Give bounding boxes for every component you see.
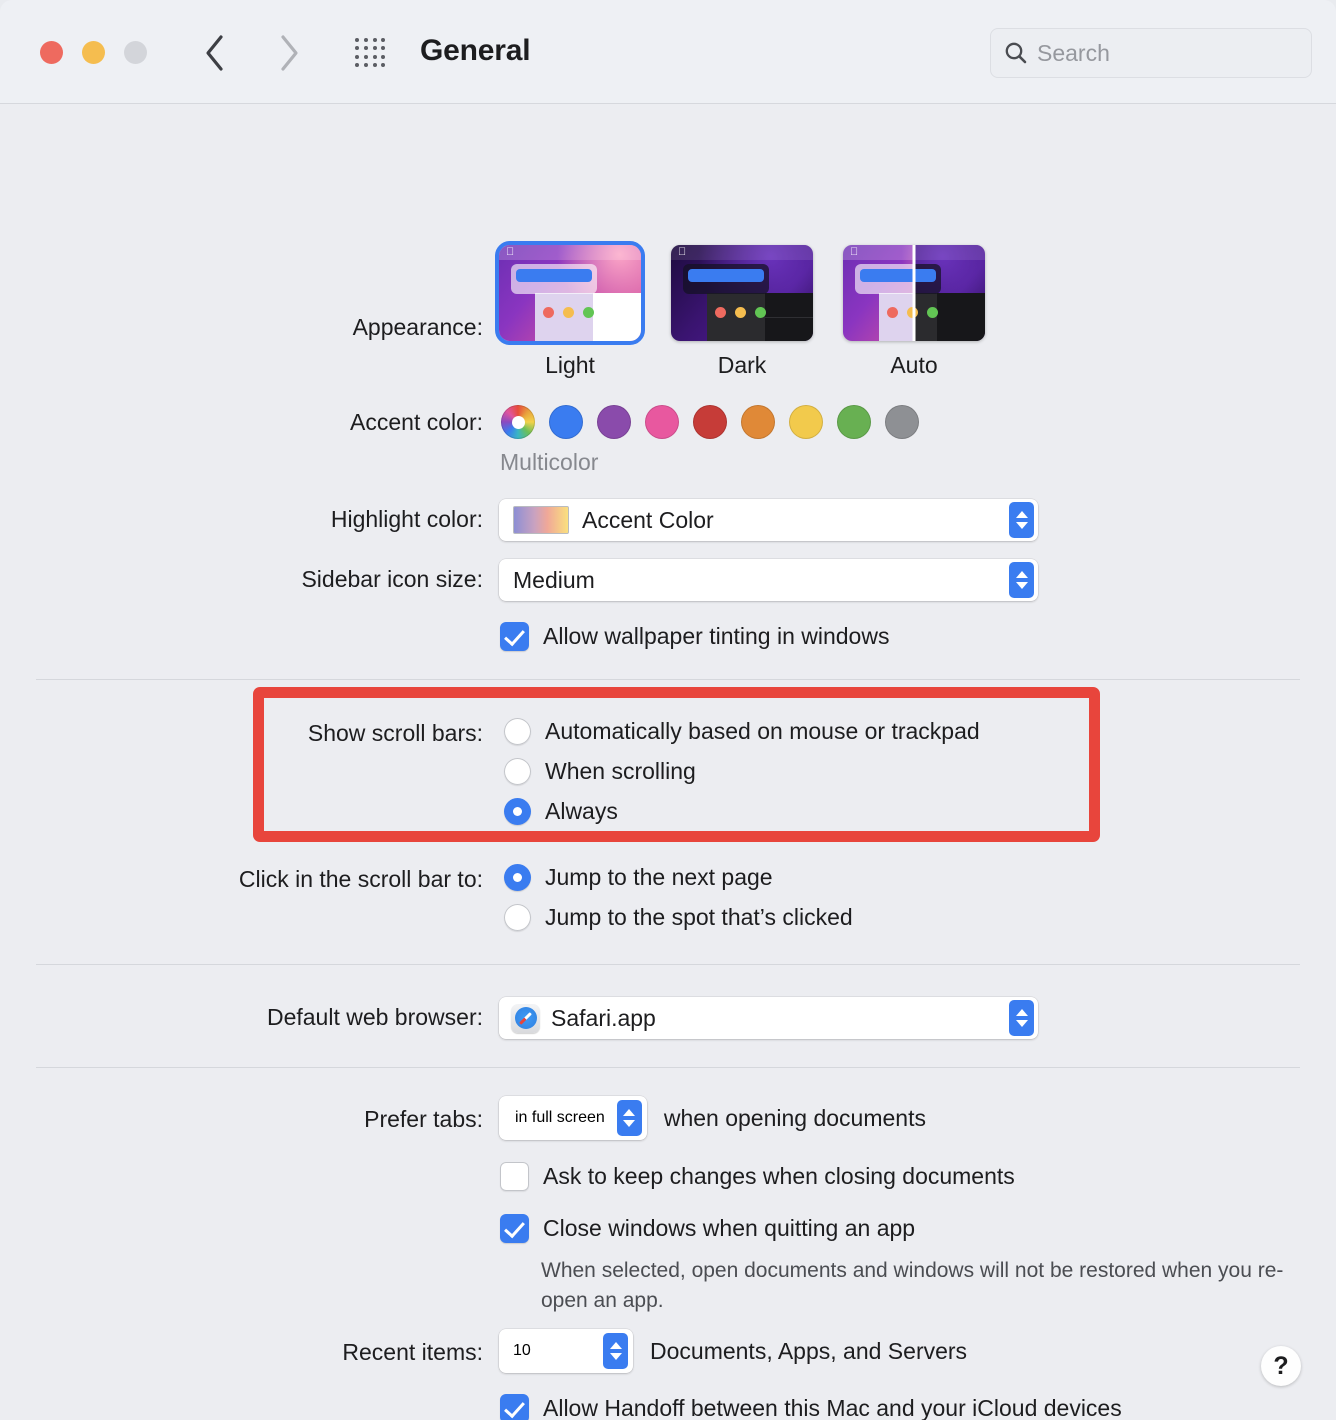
click-scroll-bar-option-next-page[interactable]: Jump to the next page [504,857,853,897]
sidebar-icon-size-stepper[interactable] [1009,562,1034,598]
click-scroll-bar-radio-group: Jump to the next page Jump to the spot t… [504,857,853,937]
highlight-color-swatch [513,506,569,534]
appearance-option-dark[interactable]:  Dark [671,245,813,379]
accent-swatch-yellow[interactable] [789,405,823,439]
accent-swatch-graphite[interactable] [885,405,919,439]
accent-swatch-multicolor[interactable] [501,405,535,439]
back-chevron-icon[interactable] [192,30,238,76]
ask-keep-changes-checkbox-row[interactable]: Ask to keep changes when closing documen… [500,1162,1015,1191]
radio-automatic[interactable] [504,717,531,745]
accent-color-swatches [501,405,919,439]
handoff-checkbox[interactable] [500,1394,529,1420]
wallpaper-tinting-label: Allow wallpaper tinting in windows [543,623,890,649]
accent-color-caption: Multicolor [500,449,599,475]
close-windows-checkbox-row[interactable]: Close windows when quitting an app [500,1214,915,1243]
handoff-checkbox-row[interactable]: Allow Handoff between this Mac and your … [500,1394,1122,1420]
prefer-tabs-popup[interactable]: in full screen [499,1096,647,1140]
help-button[interactable]: ? [1261,1346,1301,1386]
appearance-option-auto[interactable]:   [843,245,985,379]
radio-when-scrolling-label: When scrolling [545,757,696,784]
show-scroll-bars-option-always[interactable]: Always [504,791,980,831]
highlight-color-stepper[interactable] [1009,502,1034,538]
safari-icon [511,1003,540,1033]
handoff-label: Allow Handoff between this Mac and your … [543,1395,1122,1420]
highlight-color-popup[interactable]: Accent Color [499,499,1038,541]
ask-keep-changes-label: Ask to keep changes when closing documen… [543,1163,1015,1189]
recent-items-suffix: Documents, Apps, and Servers [650,1337,968,1364]
forward-chevron-icon[interactable] [266,30,312,76]
radio-jump-spot-clicked[interactable] [504,903,531,931]
accent-swatch-pink[interactable] [645,405,679,439]
separator-3 [36,1067,1300,1068]
radio-automatic-label: Automatically based on mouse or trackpad [545,717,980,744]
default-web-browser-value: Safari.app [551,1004,656,1031]
recent-items-stepper-field[interactable]: 10 [499,1329,633,1373]
appearance-thumbnail-light[interactable]:  [495,241,645,345]
search-icon [1003,40,1029,66]
accent-color-label: Accent color: [350,409,483,435]
appearance-label: Appearance: [352,314,483,340]
appearance-label-light: Light [545,352,595,378]
ask-keep-changes-checkbox[interactable] [500,1162,529,1191]
show-scroll-bars-option-when-scrolling[interactable]: When scrolling [504,751,980,791]
appearance-option-light[interactable]:  Light [495,241,645,379]
prefer-tabs-label: Prefer tabs: [364,1106,483,1132]
accent-swatch-green[interactable] [837,405,871,439]
radio-jump-next-page[interactable] [504,863,531,891]
highlight-color-value: Accent Color [582,506,714,533]
recent-items-row: 10 Documents, Apps, and Servers [499,1329,967,1373]
appearance-label-auto: Auto [890,352,938,378]
close-windows-description: When selected, open documents and window… [541,1259,1284,1313]
sidebar-icon-size-popup[interactable]: Medium [499,559,1038,601]
minimize-button[interactable] [82,41,105,64]
default-web-browser-popup[interactable]: Safari.app [499,997,1038,1039]
wallpaper-tinting-checkbox[interactable] [500,622,529,651]
page-title: General [420,34,531,67]
default-web-browser-stepper[interactable] [1009,1000,1034,1036]
accent-swatch-orange[interactable] [741,405,775,439]
radio-always[interactable] [504,797,531,825]
show-all-grid-icon[interactable] [353,36,389,70]
close-windows-checkbox[interactable] [500,1214,529,1243]
search-field[interactable] [990,28,1312,78]
show-scroll-bars-radio-group: Automatically based on mouse or trackpad… [504,711,980,831]
accent-swatch-blue[interactable] [549,405,583,439]
appearance-thumbnail-dark[interactable]:  [671,245,813,341]
zoom-button[interactable] [124,41,147,64]
close-button[interactable] [40,41,63,64]
sidebar-icon-size-value: Medium [513,566,595,593]
appearance-thumbnail-auto[interactable]:   [843,245,985,341]
appearance-options:  Light  [495,241,985,379]
radio-always-label: Always [545,797,618,824]
prefer-tabs-stepper[interactable] [616,1100,642,1136]
click-scroll-bar-label: Click in the scroll bar to: [238,866,483,892]
radio-when-scrolling[interactable] [504,757,531,785]
traffic-light-buttons [40,41,147,64]
recent-items-stepper[interactable] [603,1333,628,1369]
click-scroll-bar-option-spot-clicked[interactable]: Jump to the spot that’s clicked [504,897,853,937]
default-web-browser-label: Default web browser: [266,1004,483,1030]
wallpaper-tinting-checkbox-row[interactable]: Allow wallpaper tinting in windows [500,622,889,651]
recent-items-value: 10 [513,1342,531,1359]
search-input[interactable] [1037,39,1299,67]
recent-items-label: Recent items: [342,1339,483,1365]
radio-jump-next-page-label: Jump to the next page [545,863,773,890]
accent-swatch-red[interactable] [693,405,727,439]
accent-swatch-purple[interactable] [597,405,631,439]
separator-2 [36,964,1300,965]
separator-1 [36,679,1300,680]
window-toolbar: General [0,0,1336,104]
radio-jump-spot-clicked-label: Jump to the spot that’s clicked [545,903,853,930]
show-scroll-bars-option-automatic[interactable]: Automatically based on mouse or trackpad [504,711,980,751]
appearance-label-dark: Dark [717,352,767,378]
close-windows-label: Close windows when quitting an app [543,1215,916,1241]
navigation-arrows [192,30,312,76]
sidebar-icon-size-label: Sidebar icon size: [301,566,483,592]
highlight-color-label: Highlight color: [330,506,483,532]
prefer-tabs-value: in full screen [515,1109,605,1126]
show-scroll-bars-label: Show scroll bars: [307,720,483,746]
system-preferences-window: General Appearance:  [0,0,1336,1420]
prefer-tabs-row: in full screen when opening documents [499,1096,926,1140]
prefer-tabs-suffix: when opening documents [663,1104,926,1131]
